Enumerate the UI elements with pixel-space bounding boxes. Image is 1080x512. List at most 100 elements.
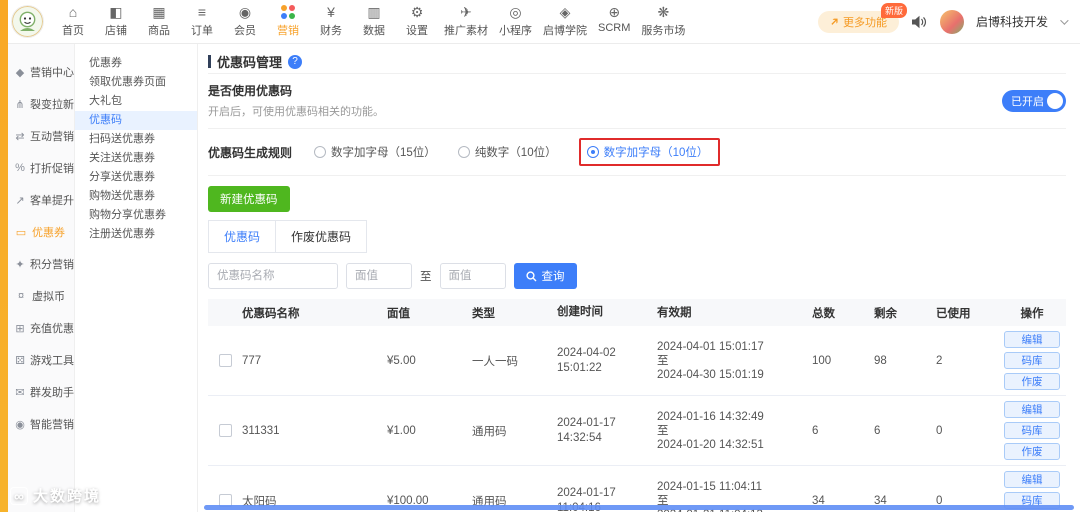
sidebar-item-virtual-coin[interactable]: ¤ 虚拟币 <box>15 280 74 312</box>
sidebar-item-order-boost[interactable]: ↗ 客单提升 <box>15 184 74 216</box>
table-header: 优惠码名称 面值 类型 创建时间 有效期 总数 剩余 已使用 操作 <box>208 299 1066 326</box>
submenu-item-coupon[interactable]: 优惠券 <box>75 54 197 73</box>
submenu-item-shopping-coupon[interactable]: 购物送优惠券 <box>75 187 197 206</box>
coupon-code-table: 优惠码名称 面值 类型 创建时间 有效期 总数 剩余 已使用 操作 777 ¥5… <box>208 299 1066 512</box>
value-min-input[interactable] <box>346 263 412 289</box>
header-type: 类型 <box>472 307 495 320</box>
radio-alnum-15[interactable]: 数字加字母（15位） <box>314 144 436 160</box>
sidebar-item-points-marketing[interactable]: ✦ 积分营销 <box>15 248 74 280</box>
submenu-item-shopping-share-coupon[interactable]: 购物分享优惠券 <box>75 206 197 225</box>
query-button[interactable]: 查询 <box>513 263 577 289</box>
nav-miniapp-label: 小程序 <box>499 25 532 37</box>
sidebar-item-mass-sender[interactable]: ✉ 群发助手 <box>15 376 74 408</box>
list-tabs: 优惠码 作废优惠码 <box>208 220 1066 253</box>
code-name-input[interactable] <box>208 263 338 289</box>
sidebar-item-interactive-marketing[interactable]: ⇄ 互动营销 <box>15 120 74 152</box>
nav-data[interactable]: ▥ 数据 <box>358 5 390 38</box>
nav-settings[interactable]: ⚙ 设置 <box>401 5 433 38</box>
nav-scrm[interactable]: ⊕ SCRM <box>598 5 630 35</box>
row-checkbox[interactable] <box>218 354 232 367</box>
nav-goods[interactable]: ▦ 商品 <box>143 5 175 38</box>
sidebar-item-smart-marketing[interactable]: ◉ 智能营销 <box>15 408 74 440</box>
nav-shop[interactable]: ◧ 店铺 <box>100 5 132 38</box>
cell-name: 777 <box>242 354 262 367</box>
points-icon: ✦ <box>15 258 25 271</box>
title-marker <box>208 55 211 68</box>
speaker-icon[interactable] <box>911 15 928 29</box>
tab-coupon-codes[interactable]: 优惠码 <box>208 220 277 253</box>
game-dice-icon: ⚄ <box>15 354 25 367</box>
cell-remaining: 98 <box>874 354 887 367</box>
toggle-texts: 是否使用优惠码 开启后，可使用优惠码相关的功能。 <box>208 82 384 119</box>
header-validity: 有效期 <box>657 306 692 319</box>
code-library-button[interactable]: 码库 <box>1004 422 1060 439</box>
submenu-item-scan-coupon[interactable]: 扫码送优惠券 <box>75 130 197 149</box>
to-label: 至 <box>420 271 432 283</box>
nav-marketing[interactable]: 营销 <box>272 5 304 38</box>
sidebar-label: 互动营销 <box>30 131 74 143</box>
submenu-item-coupon-page[interactable]: 领取优惠券页面 <box>75 73 197 92</box>
coupon-code-toggle[interactable]: 已开启 <box>1002 89 1066 112</box>
help-icon[interactable]: ? <box>288 54 303 69</box>
nav-finance[interactable]: ¥ 财务 <box>315 5 347 38</box>
nav-service-market[interactable]: ❋ 服务市场 <box>641 5 685 38</box>
sidebar-item-fission[interactable]: ⋔ 裂变拉新 <box>15 88 74 120</box>
valid-from: 2024-01-16 14:32:49 <box>657 410 764 423</box>
query-label: 查询 <box>541 271 565 283</box>
nav-academy[interactable]: ◈ 启博学院 <box>543 5 587 38</box>
sidebar-label: 客单提升 <box>30 195 74 207</box>
row-checkbox[interactable] <box>218 424 232 437</box>
sidebar-item-discount-promo[interactable]: % 打折促销 <box>15 152 74 184</box>
value-max-input[interactable] <box>439 263 506 289</box>
new-version-badge: 新版 <box>880 2 907 18</box>
nav-miniapp[interactable]: ◎ 小程序 <box>499 5 532 38</box>
horizontal-scrollbar[interactable] <box>204 505 1074 510</box>
code-library-button[interactable]: 码库 <box>1004 352 1060 369</box>
sidebar-item-marketing-center[interactable]: ◆ 营销中心 <box>15 56 74 88</box>
tab-voided-codes[interactable]: 作废优惠码 <box>276 220 368 253</box>
header-value: 面值 <box>387 307 410 320</box>
radio-numeric-10[interactable]: 纯数字（10位） <box>457 144 557 160</box>
sidebar-label: 打折促销 <box>30 163 74 175</box>
page-title: 优惠码管理 <box>217 55 283 70</box>
cell-created: 2024-04-02 15:01:22 <box>557 346 616 374</box>
sidebar-item-game-tools[interactable]: ⚄ 游戏工具 <box>15 344 74 376</box>
promo-materials-icon: ✈ <box>460 4 472 20</box>
nav-home[interactable]: ⌂ 首页 <box>57 5 89 38</box>
submenu-item-share-coupon[interactable]: 分享送优惠券 <box>75 168 197 187</box>
top-header: ⌂ 首页 ◧ 店铺 ▦ 商品 ≡ 订单 ◉ 会员 营销 ¥ 财务 ▥ 数据 ⚙ 设置 ✈ 推广素材… <box>0 0 1080 44</box>
user-avatar[interactable] <box>939 9 964 34</box>
nav-orders[interactable]: ≡ 订单 <box>186 5 218 38</box>
cell-total: 100 <box>812 354 832 367</box>
logo[interactable] <box>12 6 43 37</box>
more-features-button[interactable]: ➔ 更多功能 新版 <box>817 2 907 33</box>
miniapp-icon: ◎ <box>509 4 522 20</box>
valid-to-label: 至 <box>657 424 669 437</box>
goods-icon: ▦ <box>152 4 166 20</box>
submenu-item-coupon-code[interactable]: 优惠码 <box>75 111 197 130</box>
chevron-down-icon[interactable] <box>1060 15 1069 25</box>
void-button[interactable]: 作废 <box>1004 443 1060 460</box>
nav-promo-materials[interactable]: ✈ 推广素材 <box>444 5 488 38</box>
watermark: ∞ 大数跨境 <box>10 485 101 506</box>
nav-promo-materials-label: 推广素材 <box>444 25 488 37</box>
void-button[interactable]: 作废 <box>1004 373 1060 390</box>
submenu-item-follow-coupon[interactable]: 关注送优惠券 <box>75 149 197 168</box>
edit-button[interactable]: 编辑 <box>1004 401 1060 418</box>
left-accent-strip <box>0 0 8 512</box>
edit-button[interactable]: 编辑 <box>1004 471 1060 488</box>
sidebar-item-recharge-discount[interactable]: ⊞ 充值优惠 <box>15 312 74 344</box>
edit-button[interactable]: 编辑 <box>1004 331 1060 348</box>
radio-alnum-10[interactable]: 数字加字母（10位） <box>586 144 709 160</box>
toggle-status-label: 已开启 <box>1011 95 1044 108</box>
page-title-row: 优惠码管理 ? <box>208 50 1066 74</box>
submenu-item-register-coupon[interactable]: 注册送优惠券 <box>75 225 197 244</box>
service-market-icon: ❋ <box>657 4 670 20</box>
account-name[interactable]: 启博科技开发 <box>976 13 1048 30</box>
create-coupon-code-button[interactable]: 新建优惠码 <box>208 186 290 212</box>
radio-label: 数字加字母（10位） <box>603 147 709 159</box>
sidebar-item-coupon[interactable]: ▭ 优惠券 <box>15 216 74 248</box>
nav-members[interactable]: ◉ 会员 <box>229 5 261 38</box>
data-chart-icon: ▥ <box>367 4 381 20</box>
submenu-item-gift-pack[interactable]: 大礼包 <box>75 92 197 111</box>
